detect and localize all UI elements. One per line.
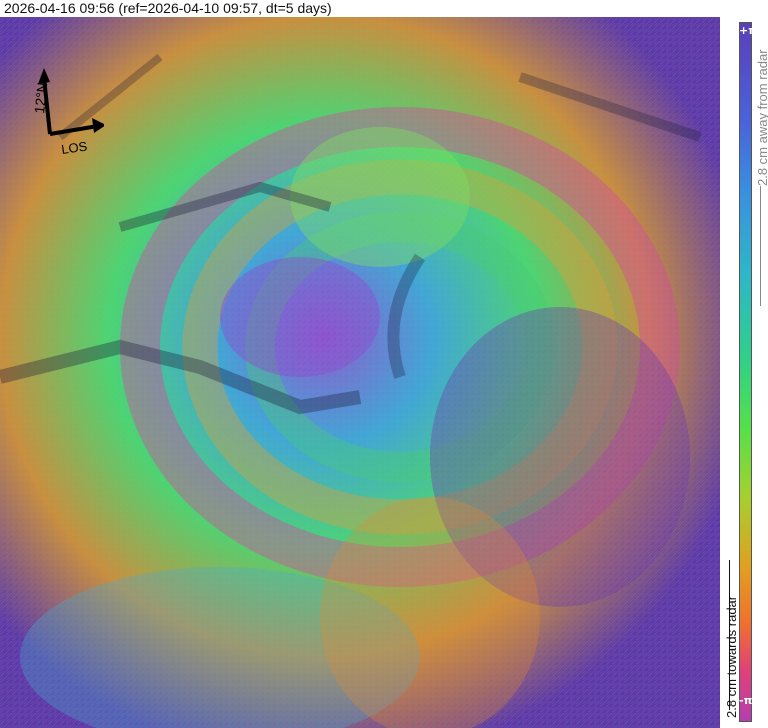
interferogram-image: 12°N LOS (0, 17, 720, 728)
away-arrow-icon (760, 186, 761, 306)
compass-indicator: 12°N LOS (31, 68, 104, 157)
phase-colorbar (739, 22, 752, 722)
los-label: LOS (60, 138, 88, 157)
towards-radar-label: 2.8 cm towards radar (724, 595, 739, 718)
north-arrow-icon (38, 68, 50, 84)
colorbar-max-label: +π (739, 24, 757, 37)
colorbar-min-label: -π (739, 694, 753, 707)
los-arrow-icon (92, 118, 104, 133)
image-title: 2026-04-16 09:56 (ref=2026-04-10 09:57, … (4, 0, 332, 16)
away-from-radar-label: 2.8 cm away from radar (755, 49, 768, 186)
north-label: 12°N (31, 82, 50, 115)
interferogram-fringes (0, 17, 720, 728)
